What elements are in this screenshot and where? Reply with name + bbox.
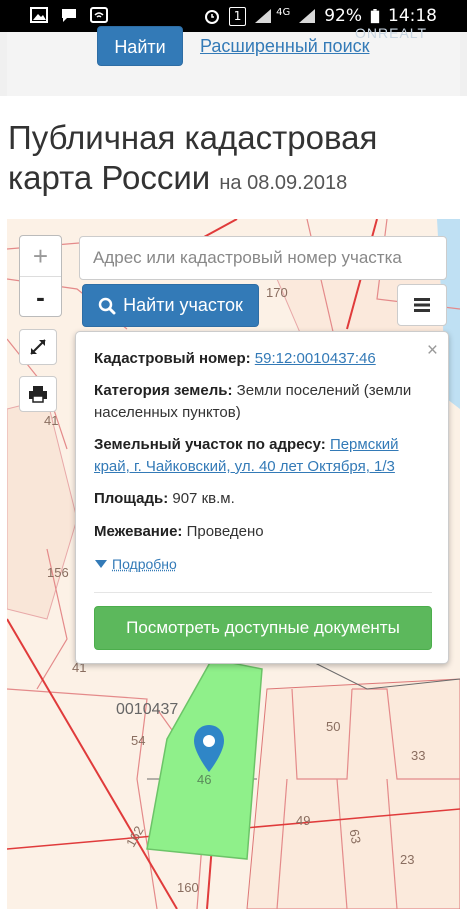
parcel-label: 0010437 (116, 701, 179, 718)
survey-row: Межевание: Проведено (94, 521, 434, 543)
survey-value: Проведено (186, 523, 264, 540)
top-search-band: Найти Расширенный поиск ONREALT (0, 25, 467, 96)
find-plot-button[interactable]: Найти участок (82, 284, 259, 327)
top-search-panel: Найти Расширенный поиск ONREALT (7, 25, 460, 96)
fullscreen-button[interactable] (19, 329, 57, 365)
cadastral-search-input[interactable] (79, 236, 447, 280)
clock: 14:18 (388, 6, 437, 26)
details-toggle[interactable]: Подробно (95, 556, 177, 572)
battery-icon (370, 8, 380, 23)
parcel-label: 63 (346, 828, 364, 845)
menu-button[interactable] (397, 284, 447, 326)
find-button[interactable]: Найти (97, 26, 183, 66)
view-documents-button[interactable]: Посмотреть доступные документы (94, 606, 432, 650)
parcel-label: 156 (47, 565, 69, 580)
advanced-search-link[interactable]: Расширенный поиск (200, 36, 370, 57)
address-label: Земельный участок по адресу: (94, 436, 326, 453)
parcel-label: 54 (131, 733, 146, 748)
area-label: Площадь: (94, 490, 169, 507)
parcel-label: 160 (177, 880, 199, 895)
page-date: на 08.09.2018 (219, 172, 348, 194)
cadastral-label: Кадастровый номер: (94, 350, 251, 367)
expand-icon (30, 339, 46, 355)
alarm-icon (205, 10, 220, 24)
hamburger-icon (414, 298, 430, 312)
divider (94, 592, 432, 593)
gallery-icon (30, 7, 48, 23)
survey-label: Межевание: (94, 523, 183, 540)
area-row: Площадь: 907 кв.м. (94, 488, 434, 510)
parcel-label: 49 (296, 813, 311, 828)
message-icon (62, 9, 76, 22)
network-type: 4G (276, 6, 291, 18)
area-value: 907 кв.м. (172, 490, 235, 507)
wifi-icon (90, 7, 108, 23)
parcel-label: 33 (411, 748, 426, 763)
sim-badge: 1 (229, 6, 247, 26)
printer-icon (29, 386, 47, 403)
zoom-out-button[interactable]: - (20, 276, 61, 317)
parcel-label: 46 (197, 772, 212, 787)
address-row: Земельный участок по адресу: Пермский кр… (94, 434, 434, 478)
print-button[interactable] (19, 376, 57, 412)
details-label: Подробно (112, 556, 177, 572)
cadastral-row: Кадастровый номер: 59:12:0010437:46 (94, 348, 434, 370)
parcel-label: 41 (44, 413, 59, 428)
parcel-label: 50 (326, 719, 341, 734)
caret-down-icon (95, 560, 107, 568)
category-row: Категория земель: Земли поселений (земли… (94, 380, 434, 424)
signal-icon-2 (299, 9, 316, 23)
category-label: Категория земель: (94, 382, 233, 399)
page-title: Публичная кадастровая карта России на 08… (8, 118, 458, 203)
signal-icon (255, 9, 272, 23)
cadastral-number-link[interactable]: 59:12:0010437:46 (255, 350, 376, 367)
parcel-label: 170 (266, 285, 288, 300)
location-pin-icon[interactable] (192, 724, 226, 774)
find-plot-label: Найти участок (123, 295, 243, 315)
parcel-label: 23 (400, 852, 415, 867)
watermark: ONREALT (355, 25, 428, 41)
zoom-control: + - (19, 235, 62, 317)
battery-percent: 92% (324, 6, 362, 26)
search-icon (98, 297, 116, 314)
zoom-in-button[interactable]: + (20, 236, 61, 276)
parcel-info-popup: × Кадастровый номер: 59:12:0010437:46 Ка… (75, 331, 449, 664)
